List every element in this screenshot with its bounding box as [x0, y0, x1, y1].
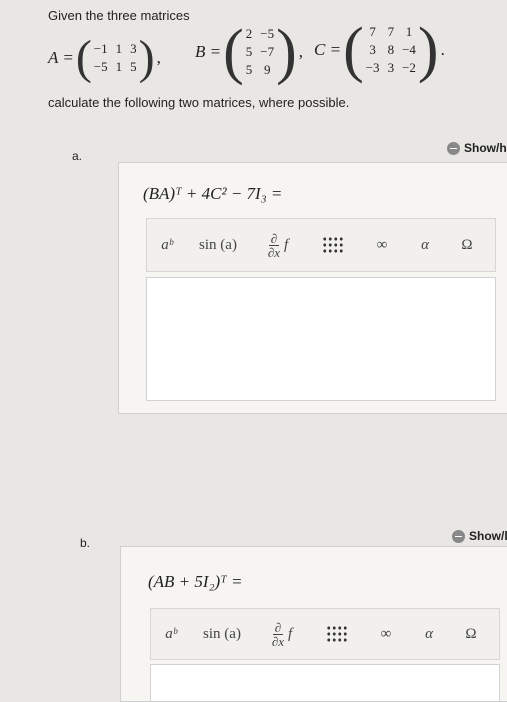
matrix-cell: 1	[405, 24, 413, 39]
deriv-f: f	[284, 236, 289, 253]
matrix-grid-icon	[326, 625, 348, 643]
right-paren: )	[276, 18, 297, 86]
left-paren: (	[75, 31, 92, 84]
left-paren: (	[343, 16, 364, 84]
matrix-cell: 3	[130, 41, 137, 56]
matrix-cell: 5	[245, 44, 253, 59]
infinity-button[interactable]: ∞	[359, 237, 405, 254]
part-b-show-toggle[interactable]: Show/l	[452, 529, 507, 543]
instruction-text: calculate the following two matrices, wh…	[48, 95, 350, 110]
matrix-a-label: A =	[48, 48, 74, 67]
omega-button[interactable]: Ω	[445, 237, 489, 254]
sin-button[interactable]: sin (a)	[191, 626, 253, 643]
deriv-f: f	[288, 625, 293, 642]
matrix-cell: 5	[245, 62, 253, 77]
matrix-a-values: −1 1 3 −5 1 5	[94, 41, 137, 75]
alpha-button[interactable]: α	[405, 237, 445, 254]
part-b-math-toolbar: aᵇ sin (a) ∂ ∂x f ∞ α Ω	[150, 608, 500, 660]
matrix-cell: 1	[115, 59, 123, 74]
show-hide-label: Show/h	[464, 141, 507, 155]
matrix-cell: 2	[245, 26, 253, 41]
matrix-cell: −4	[402, 42, 416, 57]
matrix-cell: 8	[387, 42, 395, 57]
matrix-button[interactable]	[311, 625, 363, 643]
part-b-expression: (AB + 5I₂)ᵀ =	[148, 572, 243, 591]
matrix-cell: 3	[369, 42, 376, 57]
part-a-label: a.	[72, 149, 83, 163]
left-paren: (	[223, 18, 244, 86]
deriv-denominator: ∂x	[267, 244, 281, 260]
matrix-a: A = ( −1 1 3 −5 1 5 ),	[48, 31, 161, 84]
matrix-cell: 5	[130, 59, 137, 74]
matrix-grid-icon	[322, 236, 344, 254]
matrix-cell: −5	[93, 59, 108, 74]
matrix-b-label: B =	[195, 42, 222, 61]
part-b-label: b.	[80, 536, 91, 550]
matrix-c: C = ( 7 7 1 3 8 −4 −3 3 −2 ).	[314, 16, 445, 84]
deriv-numerator: ∂	[268, 230, 280, 246]
part-a-expression: (BA)ᵀ + 4C² − 7I₃ =	[143, 184, 283, 203]
matrix-cell: 9	[263, 62, 271, 77]
part-b-answer-input[interactable]	[150, 664, 500, 701]
part-a-math-toolbar: aᵇ sin (a) ∂ ∂x f ∞ α Ω	[146, 218, 496, 272]
matrix-c-values: 7 7 1 3 8 −4 −3 3 −2	[366, 24, 416, 76]
derivative-button[interactable]: ∂ ∂x f	[253, 621, 311, 648]
alpha-button[interactable]: α	[409, 626, 449, 643]
part-a-answer-input[interactable]	[146, 277, 496, 401]
matrix-cell: 7	[369, 24, 376, 39]
right-paren: )	[138, 31, 155, 84]
matrix-cell: 7	[387, 24, 395, 39]
minus-circle-icon	[447, 141, 460, 155]
matrix-button[interactable]	[307, 236, 359, 254]
infinity-button[interactable]: ∞	[363, 626, 409, 643]
matrix-cell: 1	[115, 41, 123, 56]
matrix-c-label: C =	[314, 40, 342, 59]
matrix-b: B = ( 2 −5 5 −7 5 9 ),	[195, 18, 304, 86]
matrix-cell: −7	[260, 44, 275, 59]
show-hide-label: Show/l	[469, 529, 507, 543]
matrix-cell: −5	[260, 26, 275, 41]
sin-button[interactable]: sin (a)	[187, 237, 249, 254]
matrix-b-values: 2 −5 5 −7 5 9	[246, 26, 274, 78]
matrix-cell: −1	[93, 41, 108, 56]
omega-button[interactable]: Ω	[449, 626, 493, 643]
matrix-cell: 3	[387, 60, 395, 75]
intro-text: Given the three matrices	[48, 8, 190, 23]
matrix-cell: −2	[402, 60, 416, 75]
matrix-cell: −3	[365, 60, 380, 75]
part-a-show-toggle[interactable]: Show/h	[447, 141, 507, 155]
deriv-numerator: ∂	[272, 619, 284, 635]
minus-circle-icon	[452, 529, 465, 543]
deriv-denominator: ∂x	[271, 633, 285, 649]
derivative-button[interactable]: ∂ ∂x f	[249, 232, 307, 259]
power-button[interactable]: aᵇ	[151, 626, 191, 643]
right-paren: )	[417, 16, 439, 84]
power-button[interactable]: aᵇ	[147, 237, 187, 254]
